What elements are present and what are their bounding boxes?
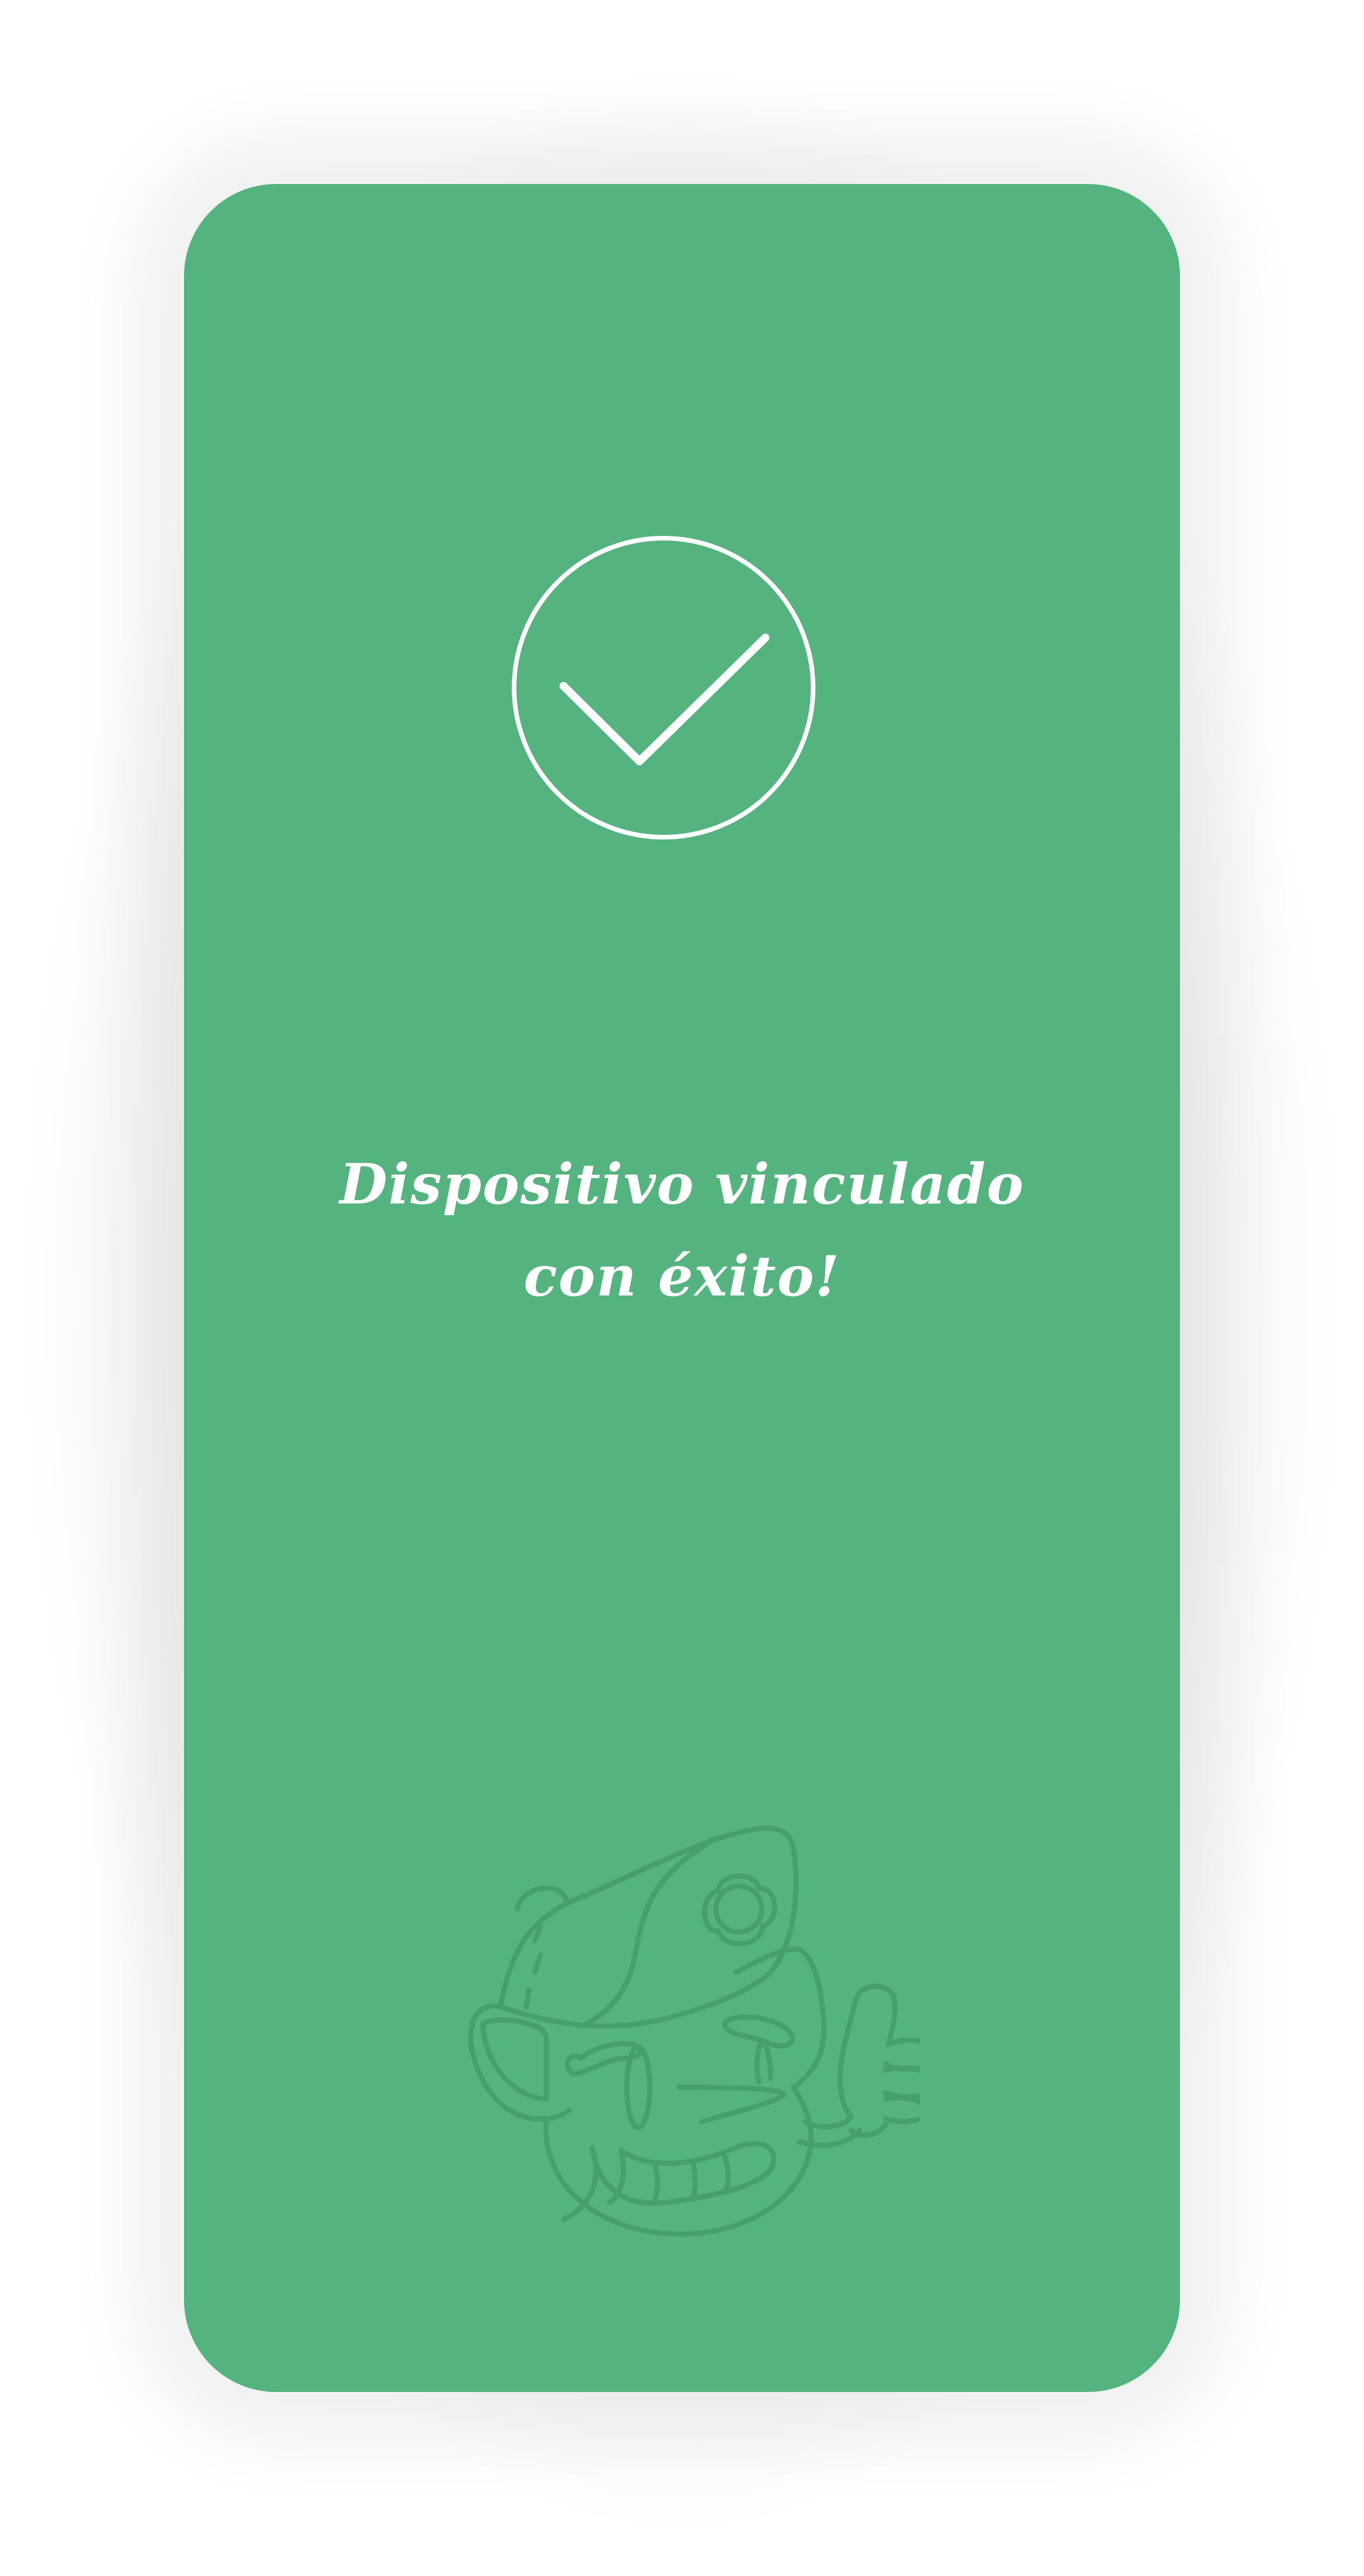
success-message-line-1: Dispositivo vinculado: [339, 1152, 1025, 1217]
success-message: Dispositivo vinculado con éxito!: [184, 1138, 1180, 1322]
check-circle-icon: [512, 536, 815, 839]
screen: Dispositivo vinculado con éxito!: [0, 0, 1364, 2576]
mascot-thumbs-up-illustration: [468, 1825, 920, 2237]
success-card: Dispositivo vinculado con éxito!: [184, 184, 1180, 2392]
success-message-line-2: con éxito!: [523, 1244, 841, 1309]
